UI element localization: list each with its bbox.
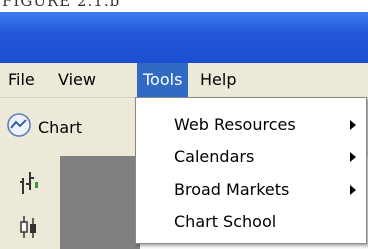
menu-item-web-resources[interactable]: Web Resources	[136, 110, 366, 140]
menu-view[interactable]: View	[52, 63, 102, 97]
chart-canvas[interactable]	[60, 156, 140, 249]
submenu-arrow-icon	[350, 152, 356, 162]
window-titlebar	[0, 12, 368, 63]
menu-item-label: Web Resources	[174, 115, 296, 134]
menu-bar: File View Tools Help	[0, 63, 368, 98]
candlestick-icon[interactable]	[17, 214, 41, 244]
bar-chart-icon[interactable]	[17, 170, 41, 200]
chart-button[interactable]: Chart	[6, 110, 82, 144]
figure-caption: FIGURE 2.1.b	[2, 0, 121, 10]
menu-tools[interactable]: Tools	[137, 63, 189, 97]
menu-item-label: Chart School	[174, 212, 277, 231]
submenu-arrow-icon	[350, 185, 356, 195]
menu-item-broad-markets[interactable]: Broad Markets	[136, 175, 366, 205]
menu-item-label: Calendars	[174, 147, 255, 166]
menu-item-chart-school[interactable]: Chart School	[136, 207, 366, 237]
tools-dropdown-menu: Web Resources Calendars Broad Markets Ch…	[135, 97, 367, 244]
chart-icon	[6, 112, 32, 142]
submenu-arrow-icon	[350, 120, 356, 130]
menu-help[interactable]: Help	[194, 63, 242, 97]
left-toolbar	[0, 156, 61, 249]
chart-button-label: Chart	[38, 117, 82, 137]
menu-file[interactable]: File	[2, 63, 41, 97]
menu-item-calendars[interactable]: Calendars	[136, 142, 366, 172]
menu-item-label: Broad Markets	[174, 180, 290, 199]
